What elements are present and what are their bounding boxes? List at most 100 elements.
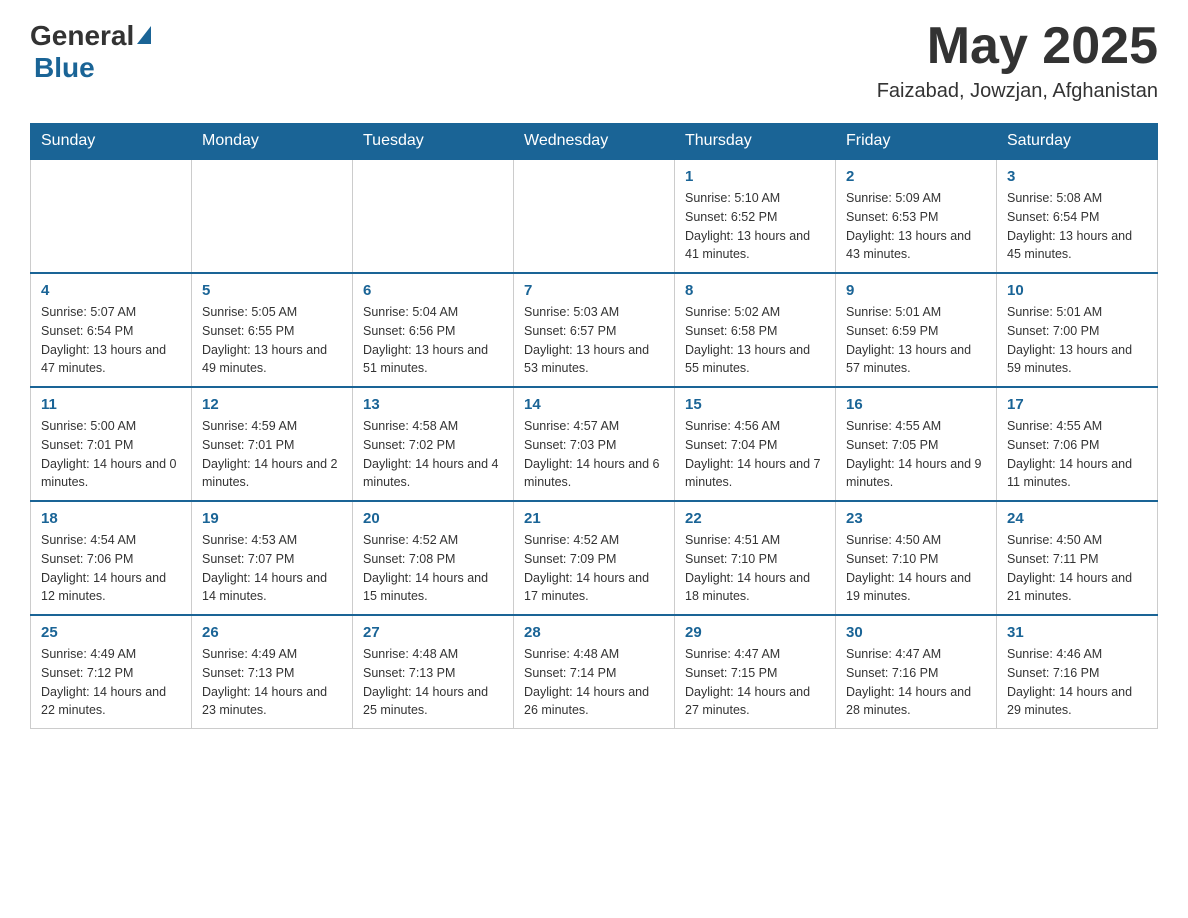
title-section: May 2025 Faizabad, Jowzjan, Afghanistan [877,20,1158,103]
day-info: Sunrise: 4:49 AMSunset: 7:13 PMDaylight:… [202,645,342,720]
calendar-header-row: Sunday Monday Tuesday Wednesday Thursday… [31,124,1158,160]
calendar-cell-w5-d4: 28 Sunrise: 4:48 AMSunset: 7:14 PMDayligh… [514,615,675,729]
day-info: Sunrise: 5:10 AMSunset: 6:52 PMDaylight:… [685,189,825,264]
week-row-3: 11Sunrise: 5:00 AMSunset: 7:01 PMDayligh… [31,387,1158,501]
day-info: Sunrise: 4:51 AMSunset: 7:10 PMDaylight:… [685,531,825,606]
header-saturday: Saturday [997,124,1158,160]
day-info: Sunrise: 4:53 AMSunset: 7:07 PMDaylight:… [202,531,342,606]
day-info: Sunrise: 4:46 AMSunset: 7:16 PMDaylight:… [1007,645,1147,720]
day-number: 28 [524,624,664,641]
day-info: Sunrise: 4:56 AMSunset: 7:04 PMDaylight:… [685,417,825,492]
calendar-cell-w1-d2 [192,159,353,273]
day-number: 19 [202,510,342,527]
calendar-cell-w2-d1: 4 Sunrise: 5:07 AMSunset: 6:54 PMDaylight… [31,273,192,387]
day-info: Sunrise: 4:57 AMSunset: 7:03 PMDaylight:… [524,417,664,492]
header-sunday: Sunday [31,124,192,160]
calendar-cell-w1-d5: 1 Sunrise: 5:10 AMSunset: 6:52 PMDaylight… [675,159,836,273]
calendar-cell-w2-d5: 8Sunrise: 5:02 AMSunset: 6:58 PMDaylight… [675,273,836,387]
week-row-1: 1 Sunrise: 5:10 AMSunset: 6:52 PMDaylight… [31,159,1158,273]
calendar-cell-w4-d7: 24Sunrise: 4:50 AMSunset: 7:11 PMDayligh… [997,501,1158,615]
day-number: 14 [524,396,664,413]
calendar-cell-w4-d3: 20Sunrise: 4:52 AMSunset: 7:08 PMDayligh… [353,501,514,615]
day-number: 17 [1007,396,1147,413]
day-number: 27 [363,624,503,641]
day-number: 22 [685,510,825,527]
calendar-cell-w3-d1: 11Sunrise: 5:00 AMSunset: 7:01 PMDayligh… [31,387,192,501]
day-number: 30 [846,624,986,641]
calendar-cell-w3-d3: 13Sunrise: 4:58 AMSunset: 7:02 PMDayligh… [353,387,514,501]
calendar-cell-w3-d2: 12 Sunrise: 4:59 AMSunset: 7:01 PMDayligh… [192,387,353,501]
calendar-cell-w2-d7: 10Sunrise: 5:01 AMSunset: 7:00 PMDayligh… [997,273,1158,387]
day-info: Sunrise: 5:01 AMSunset: 7:00 PMDaylight:… [1007,303,1147,378]
day-info: Sunrise: 4:48 AMSunset: 7:14 PMDaylight:… [524,645,664,720]
day-number: 26 [202,624,342,641]
day-number: 4 [41,282,181,299]
calendar-cell-w5-d3: 27 Sunrise: 4:48 AMSunset: 7:13 PMDayligh… [353,615,514,729]
header-wednesday: Wednesday [514,124,675,160]
day-info: Sunrise: 4:59 AMSunset: 7:01 PMDaylight:… [202,417,342,492]
calendar-cell-w5-d1: 25 Sunrise: 4:49 AMSunset: 7:12 PMDayligh… [31,615,192,729]
calendar-cell-w5-d5: 29Sunrise: 4:47 AMSunset: 7:15 PMDayligh… [675,615,836,729]
calendar-cell-w4-d4: 21 Sunrise: 4:52 AMSunset: 7:09 PMDayligh… [514,501,675,615]
day-number: 2 [846,168,986,185]
calendar-cell-w4-d1: 18Sunrise: 4:54 AMSunset: 7:06 PMDayligh… [31,501,192,615]
day-number: 3 [1007,168,1147,185]
week-row-4: 18Sunrise: 4:54 AMSunset: 7:06 PMDayligh… [31,501,1158,615]
day-info: Sunrise: 4:49 AMSunset: 7:12 PMDaylight:… [41,645,181,720]
calendar-cell-w2-d4: 7 Sunrise: 5:03 AMSunset: 6:57 PMDaylight… [514,273,675,387]
calendar-cell-w1-d7: 3 Sunrise: 5:08 AMSunset: 6:54 PMDaylight… [997,159,1158,273]
calendar-cell-w1-d1 [31,159,192,273]
day-number: 18 [41,510,181,527]
calendar-cell-w4-d6: 23 Sunrise: 4:50 AMSunset: 7:10 PMDayligh… [836,501,997,615]
calendar-cell-w3-d6: 16Sunrise: 4:55 AMSunset: 7:05 PMDayligh… [836,387,997,501]
day-number: 13 [363,396,503,413]
day-number: 20 [363,510,503,527]
calendar-cell-w1-d4 [514,159,675,273]
location-title: Faizabad, Jowzjan, Afghanistan [877,80,1158,103]
day-info: Sunrise: 4:48 AMSunset: 7:13 PMDaylight:… [363,645,503,720]
logo-triangle-icon [137,26,151,44]
header-friday: Friday [836,124,997,160]
logo-blue-text: Blue [30,52,95,84]
calendar-cell-w5-d7: 31 Sunrise: 4:46 AMSunset: 7:16 PMDayligh… [997,615,1158,729]
day-info: Sunrise: 5:08 AMSunset: 6:54 PMDaylight:… [1007,189,1147,264]
day-number: 25 [41,624,181,641]
day-info: Sunrise: 4:55 AMSunset: 7:06 PMDaylight:… [1007,417,1147,492]
day-number: 11 [41,396,181,413]
day-info: Sunrise: 4:47 AMSunset: 7:15 PMDaylight:… [685,645,825,720]
calendar-cell-w1-d6: 2 Sunrise: 5:09 AMSunset: 6:53 PMDaylight… [836,159,997,273]
calendar-cell-w3-d7: 17 Sunrise: 4:55 AMSunset: 7:06 PMDayligh… [997,387,1158,501]
week-row-5: 25 Sunrise: 4:49 AMSunset: 7:12 PMDayligh… [31,615,1158,729]
day-info: Sunrise: 4:55 AMSunset: 7:05 PMDaylight:… [846,417,986,492]
calendar-cell-w2-d2: 5Sunrise: 5:05 AMSunset: 6:55 PMDaylight… [192,273,353,387]
day-number: 23 [846,510,986,527]
calendar-cell-w1-d3 [353,159,514,273]
calendar-cell-w2-d3: 6Sunrise: 5:04 AMSunset: 6:56 PMDaylight… [353,273,514,387]
day-number: 7 [524,282,664,299]
week-row-2: 4 Sunrise: 5:07 AMSunset: 6:54 PMDaylight… [31,273,1158,387]
day-info: Sunrise: 5:03 AMSunset: 6:57 PMDaylight:… [524,303,664,378]
day-info: Sunrise: 5:09 AMSunset: 6:53 PMDaylight:… [846,189,986,264]
day-info: Sunrise: 5:07 AMSunset: 6:54 PMDaylight:… [41,303,181,378]
day-info: Sunrise: 5:04 AMSunset: 6:56 PMDaylight:… [363,303,503,378]
calendar-cell-w3-d4: 14 Sunrise: 4:57 AMSunset: 7:03 PMDayligh… [514,387,675,501]
day-info: Sunrise: 5:02 AMSunset: 6:58 PMDaylight:… [685,303,825,378]
logo-general: General [30,20,134,52]
calendar-cell-w5-d2: 26 Sunrise: 4:49 AMSunset: 7:13 PMDayligh… [192,615,353,729]
calendar-cell-w3-d5: 15Sunrise: 4:56 AMSunset: 7:04 PMDayligh… [675,387,836,501]
day-number: 24 [1007,510,1147,527]
day-number: 9 [846,282,986,299]
calendar-cell-w2-d6: 9 Sunrise: 5:01 AMSunset: 6:59 PMDaylight… [836,273,997,387]
calendar-cell-w4-d5: 22 Sunrise: 4:51 AMSunset: 7:10 PMDayligh… [675,501,836,615]
day-number: 12 [202,396,342,413]
header-monday: Monday [192,124,353,160]
day-number: 31 [1007,624,1147,641]
day-info: Sunrise: 4:52 AMSunset: 7:09 PMDaylight:… [524,531,664,606]
calendar-table: Sunday Monday Tuesday Wednesday Thursday… [30,123,1158,729]
calendar-cell-w4-d2: 19 Sunrise: 4:53 AMSunset: 7:07 PMDayligh… [192,501,353,615]
header-thursday: Thursday [675,124,836,160]
day-number: 1 [685,168,825,185]
day-number: 21 [524,510,664,527]
day-info: Sunrise: 4:50 AMSunset: 7:10 PMDaylight:… [846,531,986,606]
day-info: Sunrise: 5:01 AMSunset: 6:59 PMDaylight:… [846,303,986,378]
